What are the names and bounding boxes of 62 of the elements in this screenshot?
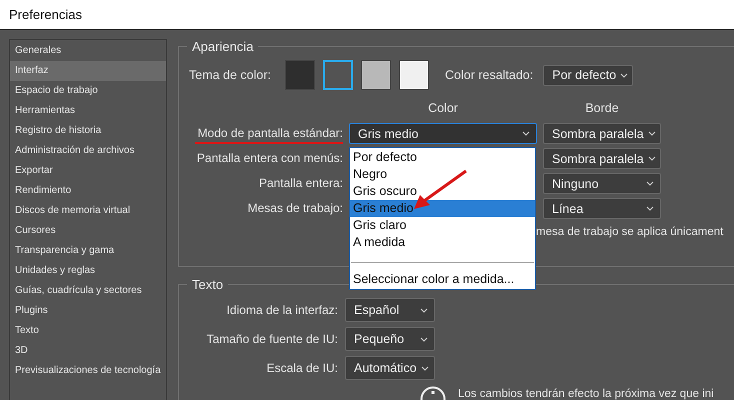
chevron-icon — [646, 206, 654, 211]
theme-swatch[interactable] — [322, 60, 353, 90]
sidebar-item[interactable]: Exportar — [10, 161, 166, 181]
menu-item[interactable]: Por defecto — [350, 149, 535, 166]
sidebar-item[interactable]: Texto — [10, 321, 166, 341]
theme-swatch[interactable] — [284, 60, 315, 90]
sidebar-item[interactable]: Espacio de trabajo — [10, 81, 166, 101]
border-select[interactable]: Ninguno — [543, 173, 661, 194]
column-header: Borde — [584, 101, 620, 117]
menu-item[interactable]: A medida — [350, 234, 535, 251]
border-select[interactable]: Sombra paralela — [543, 123, 661, 144]
sidebar-item[interactable]: Administración de archivos — [10, 141, 166, 161]
row-label: Tamaño de fuente de IU: — [206, 330, 338, 348]
border-select[interactable]: Línea — [543, 198, 661, 219]
row-label: Idioma de la interfaz: — [226, 302, 338, 318]
column-header: Color — [427, 101, 459, 117]
sidebar-item[interactable]: Generales — [10, 41, 166, 61]
sidebar-item[interactable]: Registro de historia — [10, 121, 166, 141]
menu-item[interactable]: Gris medio — [350, 200, 535, 217]
dropdown[interactable]: Automático — [345, 356, 435, 380]
chevron-icon — [420, 366, 429, 370]
theme-swatch[interactable] — [398, 60, 429, 90]
sidebar-item[interactable]: Rendimiento — [10, 181, 166, 201]
chevron-icon — [620, 72, 628, 78]
sidebar-item[interactable]: Cursores — [10, 221, 166, 241]
chevron-icon — [420, 336, 428, 342]
color-select[interactable]: Gris medio — [349, 123, 537, 144]
sidebar-item[interactable]: 3D — [10, 341, 166, 361]
row-label: Modo de pantalla estándar: — [194, 125, 343, 144]
row-label: Pantalla entera con menús: — [196, 150, 343, 167]
theme-label: Tema de color: — [189, 68, 271, 82]
chevron-icon — [522, 131, 530, 136]
row-label: Pantalla entera: — [258, 175, 343, 192]
info-text: Los cambios tendrán efecto la próxima vez que ini — [458, 388, 714, 400]
note-text: mesa de trabajo se aplica únicament — [536, 226, 724, 238]
dropdown[interactable]: Español — [345, 298, 435, 322]
sidebar-item[interactable]: Herramientas — [10, 101, 166, 121]
window-title: Preferencias — [9, 7, 82, 22]
dropdown[interactable]: Pequeño — [345, 327, 435, 351]
row-label: Mesas de trabajo: — [246, 200, 343, 217]
chevron-icon — [648, 156, 656, 161]
chevron-icon — [648, 131, 656, 136]
menu-item[interactable]: Seleccionar color a medida... — [350, 271, 535, 288]
theme-swatch[interactable] — [360, 60, 391, 90]
sidebar-item[interactable]: Guías, cuadrícula y sectores — [10, 281, 166, 301]
sidebar-item[interactable]: Discos de memoria virtual — [10, 201, 166, 221]
menu-item[interactable]: Negro — [350, 166, 535, 183]
group-title: Texto — [191, 277, 224, 292]
highlight-label: Color resaltado: — [444, 68, 534, 82]
sidebar-item[interactable]: Unidades y reglas — [10, 261, 166, 281]
highlight-select[interactable]: Por defecto — [543, 64, 634, 86]
menu-item[interactable]: Gris claro — [350, 217, 535, 234]
chevron-icon — [420, 308, 428, 312]
sidebar-item[interactable]: Transparencia y gama — [10, 241, 166, 261]
group-title: Apariencia — [191, 39, 254, 54]
sidebar-item[interactable]: Plugins — [10, 301, 166, 321]
row-label: Escala de IU: — [266, 360, 338, 376]
chevron-icon — [646, 181, 654, 186]
sidebar-item[interactable]: Interfaz — [10, 61, 166, 81]
menu-item[interactable]: Gris oscuro — [350, 183, 535, 200]
border-select[interactable]: Sombra paralela — [543, 148, 661, 169]
sidebar-item[interactable]: Previsualizaciones de tecnología — [10, 361, 166, 381]
